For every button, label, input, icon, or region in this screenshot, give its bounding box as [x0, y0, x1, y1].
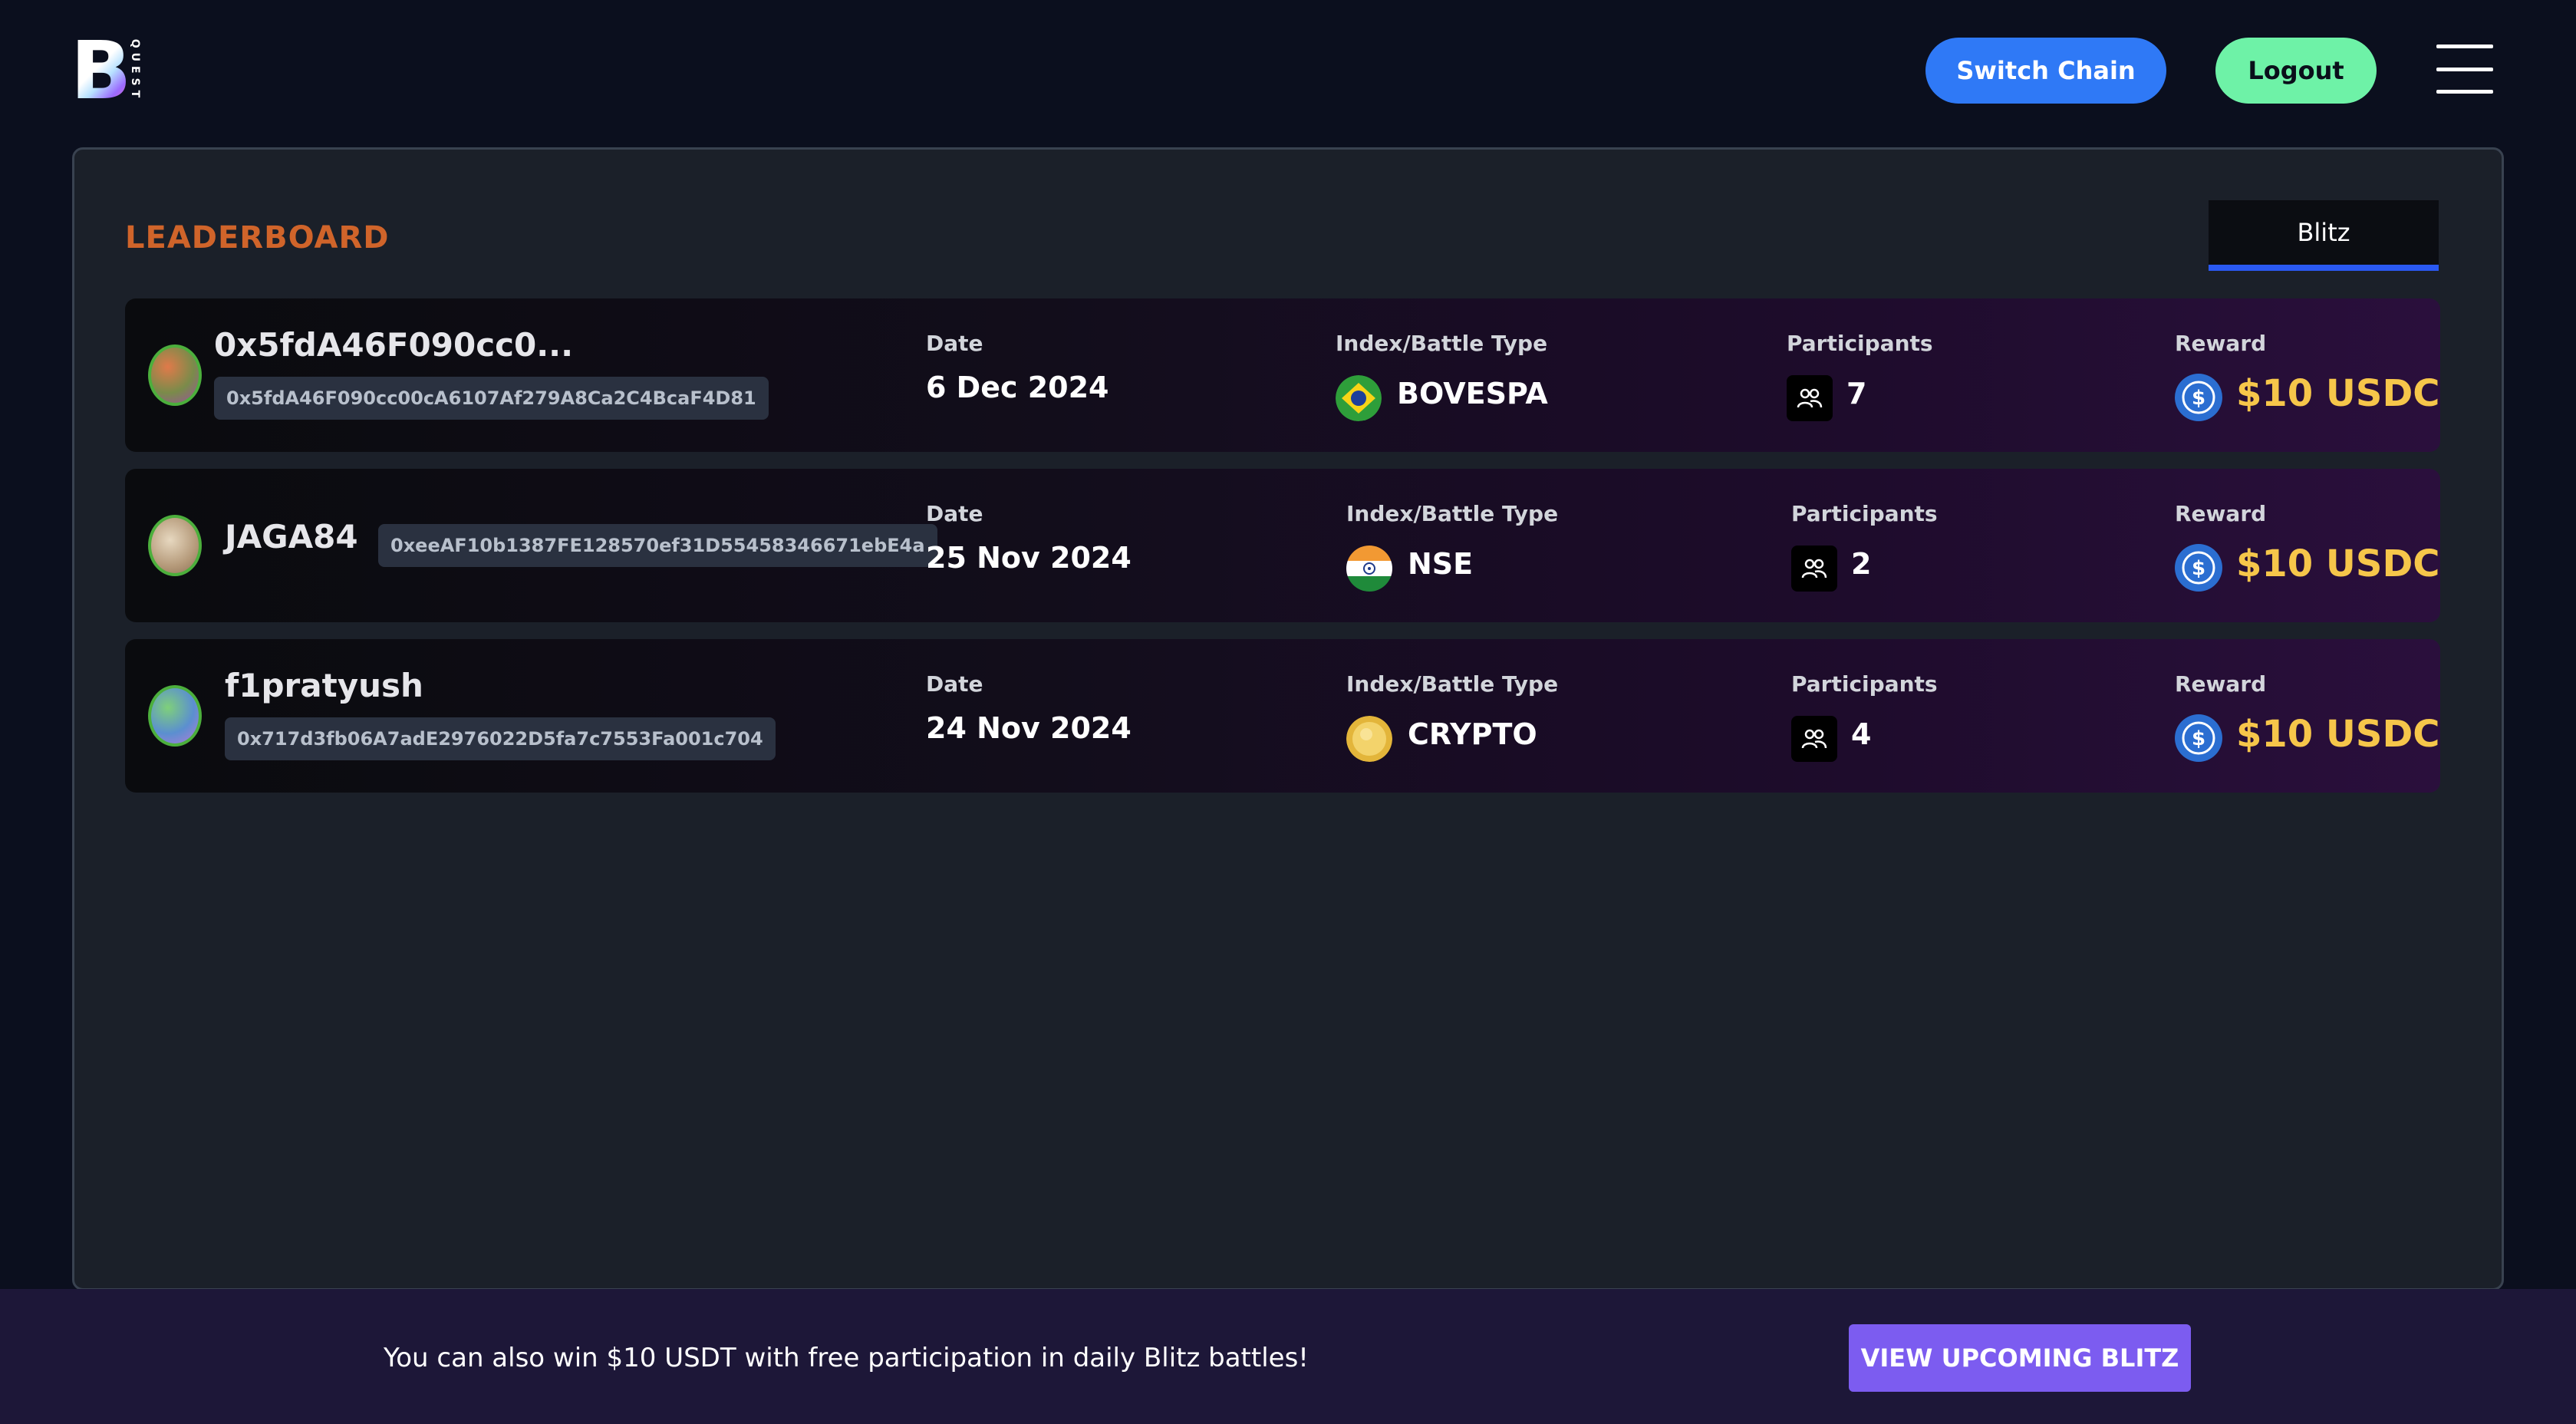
svg-text:$: $ [2192, 727, 2205, 750]
player-name: JAGA84 [225, 518, 358, 555]
index-label: Index/Battle Type [1336, 331, 1548, 356]
leaderboard-row[interactable]: f1pratyush 0x717d3fb06A7adE2976022D5fa7c… [125, 639, 2440, 793]
logo-letter: B [71, 24, 132, 117]
date-label: Date [926, 501, 983, 526]
index-name: CRYPTO [1408, 717, 1537, 751]
leaderboard-title: LEADERBOARD [125, 220, 390, 255]
blitz-promo-banner: You can also win $10 USDT with free part… [0, 1289, 2576, 1424]
wallet-address[interactable]: 0xeeAF10b1387FE128570ef31D55458346671ebE… [378, 524, 937, 567]
date-value: 24 Nov 2024 [926, 711, 1132, 745]
tab-blitz[interactable]: Blitz [2209, 200, 2439, 271]
usdc-icon: $ [2175, 714, 2222, 762]
view-upcoming-blitz-button[interactable]: VIEW UPCOMING BLITZ [1849, 1324, 2191, 1392]
participants-label: Participants [1791, 671, 1938, 697]
leaderboard-row[interactable]: 0x5fdA46F090cc0... 0x5fdA46F090cc00cA610… [125, 298, 2440, 452]
svg-text:$: $ [2192, 557, 2205, 580]
index-label: Index/Battle Type [1346, 671, 1559, 697]
reward-label: Reward [2175, 501, 2267, 526]
index-label: Index/Battle Type [1346, 501, 1559, 526]
index-name: NSE [1408, 547, 1474, 581]
wallet-address[interactable]: 0x717d3fb06A7adE2976022D5fa7c7553Fa001c7… [225, 717, 776, 760]
brazil-flag-icon [1336, 375, 1382, 421]
svg-text:$: $ [2192, 387, 2205, 410]
participants-icon [1791, 546, 1837, 592]
reward-label: Reward [2175, 671, 2267, 697]
avatar [148, 685, 202, 747]
participant-count: 4 [1851, 717, 1872, 751]
logout-button[interactable]: Logout [2215, 38, 2377, 104]
participant-count: 7 [1846, 377, 1867, 410]
date-label: Date [926, 671, 983, 697]
promo-message: You can also win $10 USDT with free part… [384, 1343, 1309, 1373]
switch-chain-button[interactable]: Switch Chain [1925, 38, 2166, 104]
date-value: 25 Nov 2024 [926, 541, 1132, 575]
participants-label: Participants [1787, 331, 1933, 356]
index-name: BOVESPA [1397, 377, 1548, 410]
usdc-icon: $ [2175, 374, 2222, 421]
avatar [148, 515, 202, 576]
reward-amount: $10 USDC [2236, 713, 2440, 756]
participant-count: 2 [1851, 547, 1872, 581]
date-label: Date [926, 331, 983, 356]
date-value: 6 Dec 2024 [926, 371, 1109, 404]
logo-wordmark: QUEST [129, 38, 141, 103]
leaderboard-row[interactable]: JAGA84 0xeeAF10b1387FE128570ef31D5545834… [125, 469, 2440, 622]
wallet-address[interactable]: 0x5fdA46F090cc00cA6107Af279A8Ca2C4BcaF4D… [214, 377, 769, 420]
reward-amount: $10 USDC [2236, 542, 2440, 585]
participants-icon [1791, 716, 1837, 762]
reward-label: Reward [2175, 331, 2267, 356]
participants-label: Participants [1791, 501, 1938, 526]
player-name: 0x5fdA46F090cc0... [214, 326, 574, 364]
reward-amount: $10 USDC [2236, 372, 2440, 415]
participants-icon [1787, 375, 1833, 421]
player-name: f1pratyush [225, 667, 423, 704]
crypto-coin-icon [1346, 716, 1392, 762]
india-flag-icon [1346, 546, 1392, 592]
usdc-icon: $ [2175, 544, 2222, 592]
hamburger-menu-icon[interactable] [2436, 44, 2493, 94]
bquest-logo[interactable]: B QUEST [71, 24, 155, 117]
top-bar: B QUEST Switch Chain Logout [0, 0, 2576, 146]
leaderboard-panel: LEADERBOARD Blitz 0x5fdA46F090cc0... 0x5… [72, 147, 2504, 1290]
avatar [148, 344, 202, 406]
